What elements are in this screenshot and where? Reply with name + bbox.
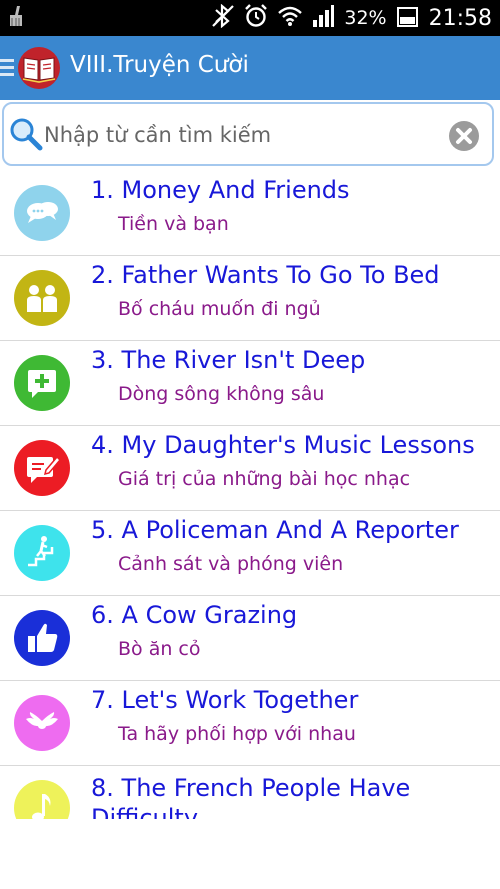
story-title: 3. The River Isn't Deep — [91, 346, 366, 374]
list-item[interactable]: 2. Father Wants To Go To Bed Bố cháu muố… — [0, 256, 500, 341]
edit-comment-icon — [14, 440, 70, 496]
story-subtitle: Cảnh sát và phóng viên — [118, 553, 344, 575]
story-title: 4. My Daughter's Music Lessons — [91, 431, 475, 459]
list-item[interactable]: 6. A Cow Grazing Bò ăn cỏ — [0, 596, 500, 681]
story-subtitle: Tiền và bạn — [118, 213, 229, 235]
music-note-icon — [14, 780, 70, 819]
story-title: 8. The French People Have Difficulty — [91, 774, 411, 819]
story-subtitle: Bò ăn cỏ — [118, 638, 201, 660]
page-title: VIII.Truyện Cười — [70, 52, 249, 78]
chat-bubbles-icon — [14, 185, 70, 241]
list-item[interactable]: 3. The River Isn't Deep Dòng sông không … — [0, 341, 500, 426]
wifi-icon — [278, 5, 303, 31]
story-subtitle: Dòng sông không sâu — [118, 383, 325, 405]
people-icon — [14, 270, 70, 326]
story-subtitle: Giá trị của những bài học nhạc — [118, 468, 411, 490]
alarm-icon — [244, 4, 268, 32]
search-icon[interactable] — [8, 116, 44, 156]
app-logo-book-icon[interactable] — [17, 46, 61, 90]
drawer-menu-icon[interactable] — [0, 57, 16, 83]
story-subtitle: Ta hãy phối hợp với nhau — [118, 723, 356, 745]
battery-icon — [396, 4, 419, 32]
story-title: 2. Father Wants To Go To Bed — [91, 261, 440, 289]
clear-search-icon[interactable] — [448, 120, 480, 156]
list-item[interactable]: 4. My Daughter's Music Lessons Giá trị c… — [0, 426, 500, 511]
bluetooth-icon — [212, 3, 235, 32]
story-title: 6. A Cow Grazing — [91, 601, 298, 629]
story-subtitle: Bố cháu muốn đi ngủ — [118, 298, 321, 320]
search-bar — [2, 102, 494, 166]
list-item[interactable]: 5. A Policeman And A Reporter Cảnh sát v… — [0, 511, 500, 596]
list-item[interactable]: 7. Let's Work Together Ta hãy phối hợp v… — [0, 681, 500, 766]
app-bar: VIII.Truyện Cười — [0, 36, 500, 100]
list-item[interactable]: 1. Money And Friends Tiền và bạn — [0, 171, 500, 256]
wings-icon — [14, 695, 70, 751]
battery-percent: 32% — [344, 7, 387, 29]
story-list: 1. Money And Friends Tiền và bạn 2. Fath… — [0, 171, 500, 819]
list-item[interactable]: 8. The French People Have Difficulty — [0, 766, 500, 819]
status-bar: 32% 21:58 — [0, 0, 500, 36]
clock-time: 21:58 — [428, 5, 492, 31]
clean-icon — [8, 6, 24, 30]
story-title: 7. Let's Work Together — [91, 686, 359, 714]
story-title: 1. Money And Friends — [91, 176, 350, 204]
signal-icon — [312, 5, 335, 31]
story-title: 5. A Policeman And A Reporter — [91, 516, 459, 544]
thumbs-up-icon — [14, 610, 70, 666]
add-comment-icon — [14, 355, 70, 411]
stairs-walker-icon — [14, 525, 70, 581]
search-input[interactable] — [44, 118, 424, 152]
